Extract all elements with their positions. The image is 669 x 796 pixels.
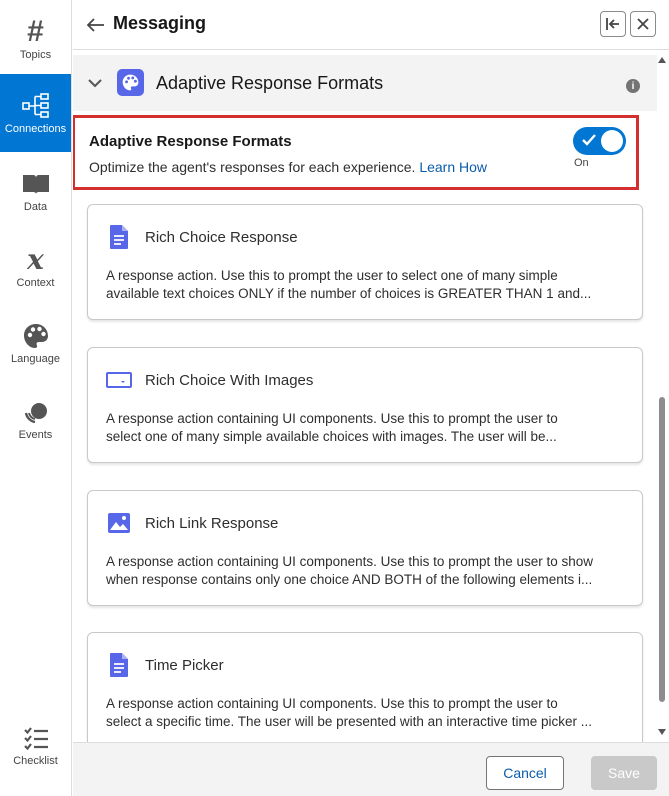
image-frame-icon: [106, 366, 132, 394]
panel-footer: Cancel Save: [73, 742, 669, 796]
chevron-down-icon[interactable]: [85, 73, 105, 93]
card-description-line: A response action. Use this to prompt th…: [106, 268, 558, 283]
save-button[interactable]: Save: [591, 756, 657, 790]
card-title: Time Picker: [145, 657, 224, 674]
rail-item-events[interactable]: Events: [0, 380, 71, 458]
book-icon: [22, 169, 50, 199]
card-description-line: when response contains only one choice A…: [106, 572, 593, 587]
collapse-panel-button[interactable]: [600, 11, 626, 37]
card-description: A response action containing UI componen…: [106, 695, 636, 731]
hash-icon: #: [27, 15, 44, 48]
card-description-line: A response action containing UI componen…: [106, 554, 594, 569]
rail-item-topics[interactable]: # Topics: [0, 0, 71, 78]
rail-item-label: Data: [23, 201, 48, 213]
setting-description-text: Optimize the agent's responses for each …: [89, 159, 416, 175]
events-icon: [23, 397, 49, 427]
card-description-line: select one of many simple available choi…: [106, 429, 557, 444]
scroll-up-icon[interactable]: [658, 57, 666, 63]
setting-description: Optimize the agent's responses for each …: [89, 159, 487, 175]
rail-item-label: Connections: [4, 123, 67, 135]
scroll-down-icon[interactable]: [658, 729, 666, 735]
panel-header: Messaging: [73, 0, 669, 50]
adaptive-formats-setting: Adaptive Response Formats Optimize the a…: [73, 115, 639, 190]
card-description-line: A response action containing UI componen…: [106, 411, 558, 426]
rail-item-connections[interactable]: Connections: [0, 74, 71, 152]
rail-item-context[interactable]: x Context: [0, 228, 71, 306]
left-rail: # Topics Connections Data x Context Lang…: [0, 0, 72, 796]
palette-icon: [23, 321, 49, 351]
checklist-icon: [23, 723, 49, 753]
response-card-rich-choice[interactable]: Rich Choice Response A response action. …: [87, 204, 643, 320]
image-icon: [106, 509, 132, 537]
rail-item-language[interactable]: Language: [0, 304, 71, 382]
card-description-line: A response action containing UI componen…: [106, 696, 558, 711]
card-title: Rich Choice With Images: [145, 372, 314, 389]
document-icon: [106, 223, 132, 251]
close-button[interactable]: [630, 11, 656, 37]
document-icon: [106, 651, 132, 679]
card-description: A response action. Use this to prompt th…: [106, 267, 636, 303]
rail-item-label: Context: [16, 277, 55, 289]
learn-how-link[interactable]: Learn How: [419, 159, 487, 175]
collapse-left-icon: [606, 18, 619, 30]
response-card-rich-link[interactable]: Rich Link Response A response action con…: [87, 490, 643, 606]
card-description: A response action containing UI componen…: [106, 410, 636, 446]
back-arrow-icon[interactable]: [85, 14, 107, 36]
card-description: A response action containing UI componen…: [106, 553, 636, 589]
rail-item-data[interactable]: Data: [0, 152, 71, 230]
card-title: Rich Link Response: [145, 515, 279, 532]
toggle-state-label: On: [574, 157, 589, 169]
vertical-scrollbar[interactable]: [655, 51, 669, 742]
rail-item-label: Checklist: [13, 755, 58, 767]
info-icon[interactable]: i: [626, 79, 640, 93]
adaptive-formats-toggle[interactable]: [573, 127, 626, 155]
palette-icon: [117, 69, 144, 96]
cancel-button[interactable]: Cancel: [486, 756, 564, 790]
section-header[interactable]: Adaptive Response Formats i: [73, 55, 657, 111]
content-scroll-area[interactable]: Adaptive Response Formats i Adaptive Res…: [73, 51, 669, 742]
response-card-rich-choice-images[interactable]: Rich Choice With Images A response actio…: [87, 347, 643, 463]
response-card-time-picker[interactable]: Time Picker A response action containing…: [87, 632, 643, 742]
close-icon: [637, 18, 649, 30]
setting-title: Adaptive Response Formats: [89, 133, 292, 150]
toggle-knob: [601, 130, 623, 152]
rail-item-label: Language: [11, 353, 60, 365]
card-title: Rich Choice Response: [145, 229, 298, 246]
connections-icon: [21, 91, 50, 121]
scrollbar-thumb[interactable]: [659, 397, 665, 702]
card-description-line: select a specific time. The user will be…: [106, 714, 592, 729]
rail-item-label: Events: [18, 429, 53, 441]
page-title: Messaging: [113, 13, 207, 33]
rail-item-checklist[interactable]: Checklist: [0, 706, 71, 784]
variable-icon: x: [27, 243, 44, 276]
section-title: Adaptive Response Formats: [156, 73, 384, 93]
card-description-line: available text choices ONLY if the numbe…: [106, 286, 592, 301]
rail-item-label: Topics: [19, 49, 52, 61]
check-icon: [582, 134, 596, 146]
